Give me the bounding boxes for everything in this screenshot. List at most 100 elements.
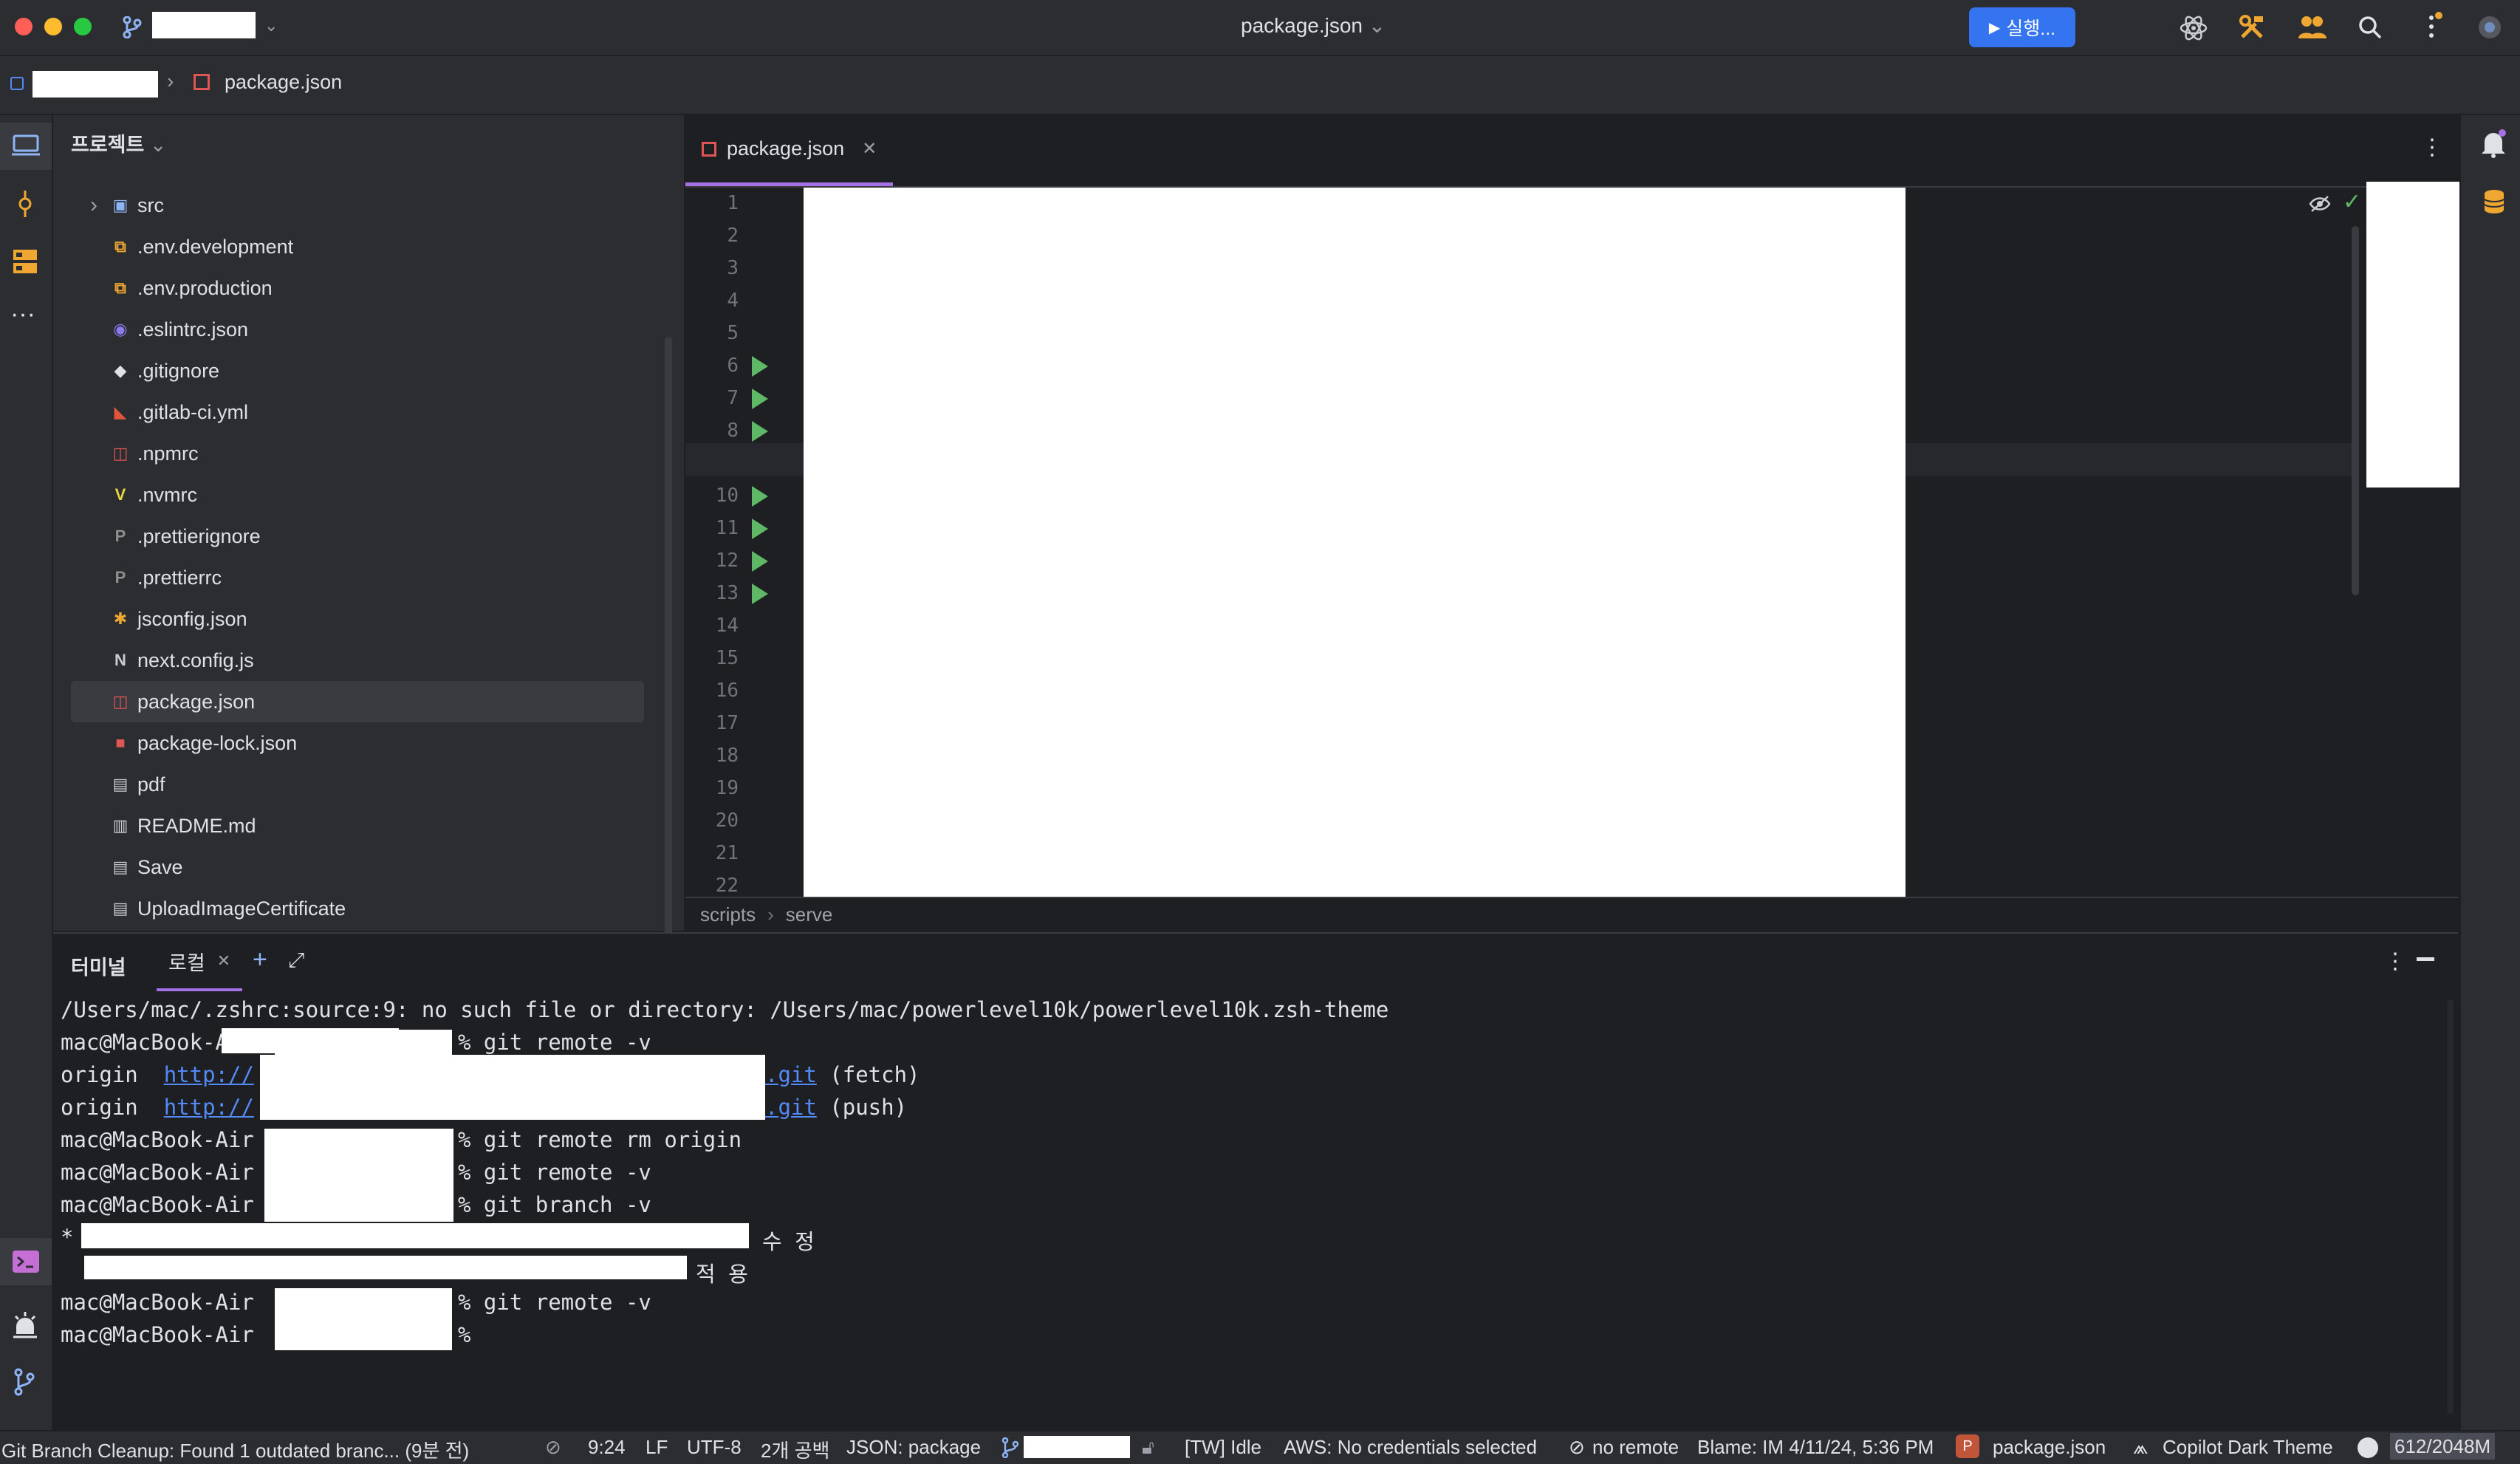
tree-item-label: next.config.js — [137, 649, 254, 671]
tree-item-prettierignore[interactable]: P .prettierignore — [53, 516, 644, 557]
breadcrumb-file[interactable]: package.json — [225, 71, 342, 94]
project-name-redacted[interactable] — [152, 12, 256, 38]
react-icon[interactable] — [2179, 13, 2208, 43]
project-root-redacted[interactable] — [32, 71, 158, 98]
tree-item-pdf[interactable]: ▤ pdf — [53, 764, 644, 805]
git-branch-icon[interactable] — [13, 1368, 35, 1396]
remote-url-link[interactable]: http:// — [164, 1095, 254, 1120]
add-terminal-icon[interactable]: + — [253, 945, 267, 974]
remote-url-link[interactable]: http:// — [164, 1062, 254, 1087]
tree-item-npmrc[interactable]: ◫ .npmrc — [53, 433, 644, 474]
code-content-redacted[interactable] — [804, 188, 1906, 897]
copilot-icon[interactable] — [2477, 15, 2502, 40]
terminal-scrollbar[interactable] — [2448, 1000, 2454, 1414]
line-number: 2 — [727, 225, 739, 247]
expand-icon[interactable]: ⤢ — [288, 948, 304, 973]
tree-item-label: Save — [137, 855, 183, 878]
tree-item-gitignore[interactable]: ◆ .gitignore — [53, 350, 644, 391]
remote-status[interactable]: no remote — [1592, 1436, 1679, 1459]
run-script-icon[interactable] — [752, 421, 768, 442]
tree-item-uploadimagecertificate[interactable]: ▤ UploadImageCertificate — [53, 888, 644, 929]
problems-icon[interactable] — [12, 1310, 38, 1338]
tree-item-gitlab-ci-yml[interactable]: ◣ .gitlab-ci.yml — [53, 391, 644, 433]
status-circle-icon[interactable] — [2358, 1437, 2378, 1458]
more-tools-icon[interactable]: ··· — [10, 300, 35, 329]
close-tab-icon[interactable]: ✕ — [862, 138, 877, 160]
indent-setting[interactable]: 2개 공백 — [761, 1436, 829, 1463]
tree-item-jsconfig-json[interactable]: ✱ jsconfig.json — [53, 598, 644, 640]
project-panel: 프로젝트 ⌄ › ▣ src ⧉ .env.development ⧉ .env.produ… — [53, 115, 685, 957]
tree-item-package-json[interactable]: ◫ package.json — [71, 681, 644, 722]
terminal-tool-button[interactable] — [0, 1238, 52, 1285]
tree-item-save[interactable]: ▤ Save — [53, 846, 644, 888]
tools-icon[interactable] — [2238, 13, 2266, 41]
tab-package-json[interactable]: package.json ✕ — [685, 115, 894, 186]
project-scrollbar[interactable] — [665, 337, 672, 957]
file-encoding[interactable]: UTF-8 — [687, 1436, 742, 1459]
search-icon[interactable] — [2358, 15, 2383, 40]
no-sync-icon[interactable]: ⊘ — [545, 1436, 561, 1459]
close-window-button[interactable] — [15, 18, 32, 35]
tree-item-env-production[interactable]: ⧉ .env.production — [53, 267, 644, 309]
terminal-prompt[interactable]: % — [458, 1322, 470, 1347]
project-tool-button[interactable] — [0, 123, 52, 170]
git-blame[interactable]: Blame: IM 4/11/24, 5:36 PM — [1697, 1436, 1934, 1459]
tree-item-env-development[interactable]: ⧉ .env.development — [53, 226, 644, 267]
tree-item-eslintrc-json[interactable]: ◉ .eslintrc.json — [53, 309, 644, 350]
terminal-more-icon[interactable]: ⋮ — [2384, 948, 2406, 974]
cursor-position[interactable]: 9:24 — [588, 1436, 626, 1459]
branch-icon[interactable] — [123, 16, 142, 38]
tree-item-src[interactable]: › ▣ src — [53, 185, 644, 226]
tree-item-label: pdf — [137, 773, 165, 796]
tree-item-label: .env.production — [137, 276, 273, 299]
tabnine-status[interactable]: [TW] Idle — [1185, 1436, 1261, 1459]
database-structure-icon[interactable] — [12, 248, 38, 275]
aws-status[interactable]: AWS: No credentials selected — [1284, 1436, 1537, 1459]
tree-item-next-config-js[interactable]: Nnext.config.js — [53, 640, 644, 681]
database-icon[interactable] — [2483, 189, 2505, 214]
json-schema[interactable]: JSON: package — [846, 1436, 981, 1459]
users-icon[interactable] — [2297, 15, 2326, 40]
terminal-tab-local[interactable]: 로컬 ✕ — [157, 934, 243, 991]
editor-scrollbar[interactable] — [2352, 226, 2359, 595]
chevron-down-icon[interactable]: ⌄ — [264, 16, 278, 35]
run-script-icon[interactable] — [752, 551, 768, 572]
plugin-p-icon[interactable]: P — [1956, 1434, 1979, 1458]
tree-item-prettierrc[interactable]: P .prettierrc — [53, 557, 644, 598]
theme-name[interactable]: Copilot Dark Theme — [2163, 1436, 2333, 1459]
run-script-icon[interactable] — [752, 356, 768, 377]
run-script-icon[interactable] — [752, 389, 768, 409]
terminal-tab-bar: 터미널 로컬 ✕ + ⤢ ⋮ — [53, 934, 2458, 993]
tree-item-nvmrc[interactable]: V .nvmrc — [53, 474, 644, 516]
breadcrumb-scripts[interactable]: scripts — [700, 903, 756, 926]
tree-item-package-lock-json[interactable]: ■ package-lock.json — [53, 722, 644, 764]
tree-item-readme-md[interactable]: ▥ README.md — [53, 805, 644, 846]
current-file[interactable]: package.json — [1993, 1436, 2106, 1459]
close-tab-icon[interactable]: ✕ — [217, 951, 230, 971]
branch-redacted[interactable] — [1024, 1436, 1130, 1458]
zoom-window-button[interactable] — [74, 18, 92, 35]
breadcrumb-serve[interactable]: serve — [786, 903, 833, 926]
memory-indicator[interactable]: 612/2048M — [2390, 1433, 2496, 1460]
run-script-icon[interactable] — [752, 486, 768, 507]
minimize-panel-icon[interactable] — [2417, 957, 2434, 961]
lock-icon[interactable]: 🔓︎ — [1142, 1436, 1154, 1460]
commit-icon[interactable] — [13, 189, 37, 219]
terminal-cmd-6: % git remote -v — [458, 1160, 651, 1185]
window-title[interactable]: package.json ⌄ — [1241, 13, 1386, 38]
editor-more-icon[interactable]: ⋮ — [2421, 134, 2443, 160]
url-redacted — [260, 1055, 765, 1120]
status-message[interactable]: Git Branch Cleanup: Found 1 outdated bra… — [1, 1436, 469, 1463]
eye-hidden-icon[interactable] — [2309, 195, 2331, 213]
minimize-window-button[interactable] — [44, 18, 62, 35]
tree-item-label: package.json — [137, 690, 256, 713]
chevron-right-icon[interactable]: › — [90, 193, 109, 218]
run-script-icon[interactable] — [752, 584, 768, 604]
line-separator[interactable]: LF — [646, 1436, 668, 1459]
project-panel-title[interactable]: 프로젝트 ⌄ — [71, 129, 167, 157]
notifications-icon[interactable] — [2480, 129, 2507, 158]
run-script-icon[interactable] — [752, 519, 768, 539]
terminal-cmd-2: % git remote -v — [458, 1030, 651, 1055]
run-button[interactable]: ▶ 실행... — [1969, 7, 2075, 47]
more-vertical-icon[interactable] — [2425, 12, 2443, 41]
